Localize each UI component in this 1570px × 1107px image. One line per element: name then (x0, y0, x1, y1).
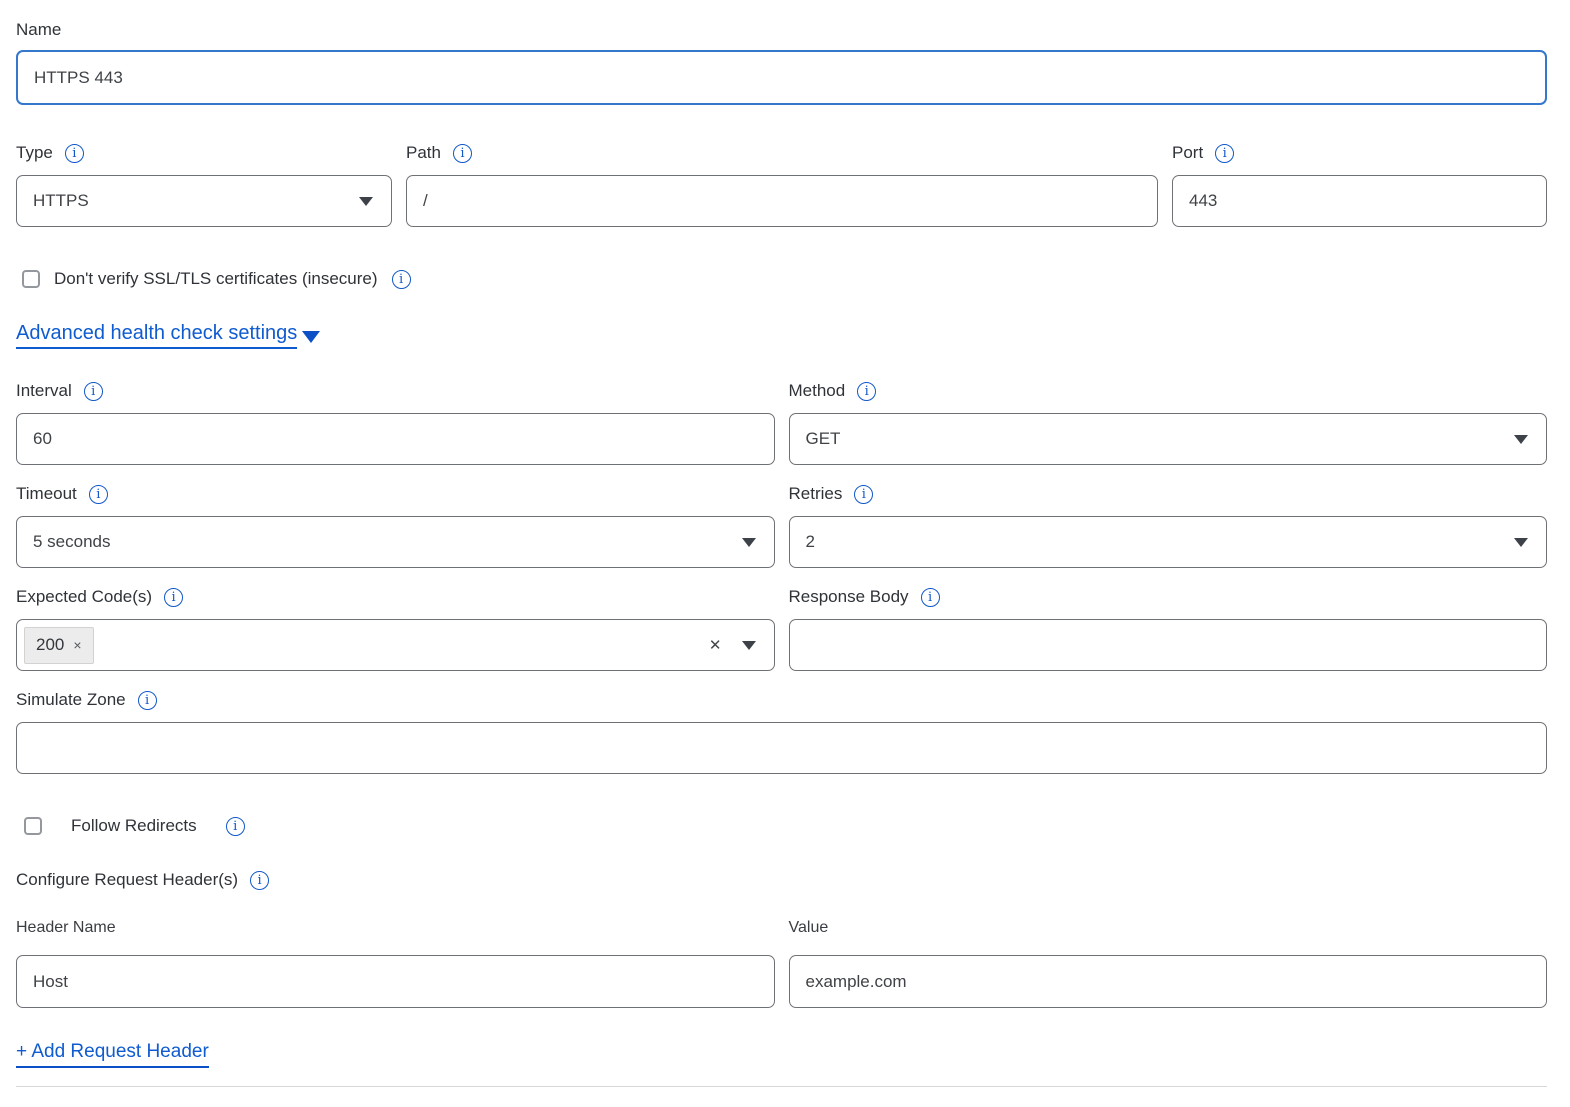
simulate-zone-input[interactable] (16, 722, 1547, 774)
name-label: Name (16, 18, 61, 42)
field-method: Method GET (789, 379, 1548, 465)
field-response-body: Response Body (789, 585, 1548, 671)
field-path: Path (406, 141, 1158, 227)
method-select[interactable]: GET (789, 413, 1548, 465)
field-header-name: Header Name (16, 917, 775, 1008)
expected-codes-label: Expected Code(s) (16, 585, 152, 609)
chevron-down-icon (742, 641, 756, 650)
request-header-row: Header Name Value (16, 917, 1547, 1008)
field-interval: Interval (16, 379, 775, 465)
clear-all-icon[interactable]: ✕ (709, 638, 722, 653)
interval-label: Interval (16, 379, 72, 403)
field-header-value: Value (789, 917, 1548, 1008)
advanced-settings-link[interactable]: Advanced health check settings (16, 322, 320, 349)
type-path-port-row: Type HTTPS Path Port (16, 141, 1547, 227)
request-headers-section: Configure Request Header(s) (16, 868, 1547, 892)
follow-redirects-label: Follow Redirects (71, 816, 197, 836)
field-type: Type HTTPS (16, 141, 392, 227)
retries-select[interactable]: 2 (789, 516, 1548, 568)
chevron-down-icon (742, 538, 756, 547)
port-input[interactable] (1172, 175, 1547, 227)
path-info-icon[interactable] (453, 144, 472, 163)
response-body-label: Response Body (789, 585, 909, 609)
field-simulate-zone: Simulate Zone (16, 688, 1547, 774)
follow-redirects-row: Follow Redirects (16, 816, 1547, 836)
expected-codes-multiselect[interactable]: 200 × ✕ (16, 619, 775, 671)
field-port: Port (1172, 141, 1547, 227)
header-value-label: Value (789, 917, 829, 938)
expected-code-tag-value: 200 (36, 635, 64, 655)
expected-code-tag: 200 × (24, 627, 94, 664)
type-select-value: HTTPS (33, 191, 89, 211)
interval-input[interactable] (16, 413, 775, 465)
remove-tag-icon[interactable]: × (73, 638, 81, 652)
retries-info-icon[interactable] (854, 485, 873, 504)
type-select[interactable]: HTTPS (16, 175, 392, 227)
header-value-input[interactable] (789, 955, 1548, 1008)
field-expected-codes: Expected Code(s) 200 × ✕ (16, 585, 775, 671)
name-input[interactable] (16, 50, 1547, 105)
method-select-value: GET (806, 429, 841, 449)
follow-redirects-info-icon[interactable] (226, 817, 245, 836)
port-label: Port (1172, 141, 1203, 165)
expected-codes-info-icon[interactable] (164, 588, 183, 607)
timeout-select-value: 5 seconds (33, 532, 111, 552)
port-info-icon[interactable] (1215, 144, 1234, 163)
retries-select-value: 2 (806, 532, 815, 552)
ssl-verify-label: Don't verify SSL/TLS certificates (insec… (54, 269, 378, 289)
chevron-down-icon (359, 197, 373, 206)
simulate-zone-label: Simulate Zone (16, 688, 126, 712)
method-label: Method (789, 379, 846, 403)
chevron-down-icon (1514, 538, 1528, 547)
timeout-info-icon[interactable] (89, 485, 108, 504)
section-divider (16, 1086, 1547, 1087)
add-request-header-link[interactable]: + Add Request Header (16, 1041, 209, 1068)
chevron-down-icon (1514, 435, 1528, 444)
header-name-label: Header Name (16, 917, 116, 938)
chevron-down-icon (302, 331, 320, 343)
type-label: Type (16, 141, 53, 165)
health-check-form: Name Type HTTPS Path Port (0, 0, 1570, 1087)
field-timeout: Timeout 5 seconds (16, 482, 775, 568)
path-input[interactable] (406, 175, 1158, 227)
retries-label: Retries (789, 482, 843, 506)
type-info-icon[interactable] (65, 144, 84, 163)
timeout-label: Timeout (16, 482, 77, 506)
response-body-info-icon[interactable] (921, 588, 940, 607)
ssl-verify-checkbox-row: Don't verify SSL/TLS certificates (insec… (16, 269, 1547, 289)
interval-info-icon[interactable] (84, 382, 103, 401)
ssl-verify-info-icon[interactable] (392, 270, 411, 289)
advanced-settings-grid: Interval Method GET Timeout 5 seconds (16, 379, 1547, 671)
field-retries: Retries 2 (789, 482, 1548, 568)
request-headers-info-icon[interactable] (250, 871, 269, 890)
response-body-input[interactable] (789, 619, 1548, 671)
request-headers-section-label: Configure Request Header(s) (16, 868, 238, 892)
method-info-icon[interactable] (857, 382, 876, 401)
field-name: Name (16, 18, 1547, 105)
simulate-zone-info-icon[interactable] (138, 691, 157, 710)
timeout-select[interactable]: 5 seconds (16, 516, 775, 568)
advanced-settings-link-text: Advanced health check settings (16, 322, 297, 349)
path-label: Path (406, 141, 441, 165)
header-name-input[interactable] (16, 955, 775, 1008)
ssl-verify-checkbox[interactable] (22, 270, 40, 288)
follow-redirects-checkbox[interactable] (24, 817, 42, 835)
